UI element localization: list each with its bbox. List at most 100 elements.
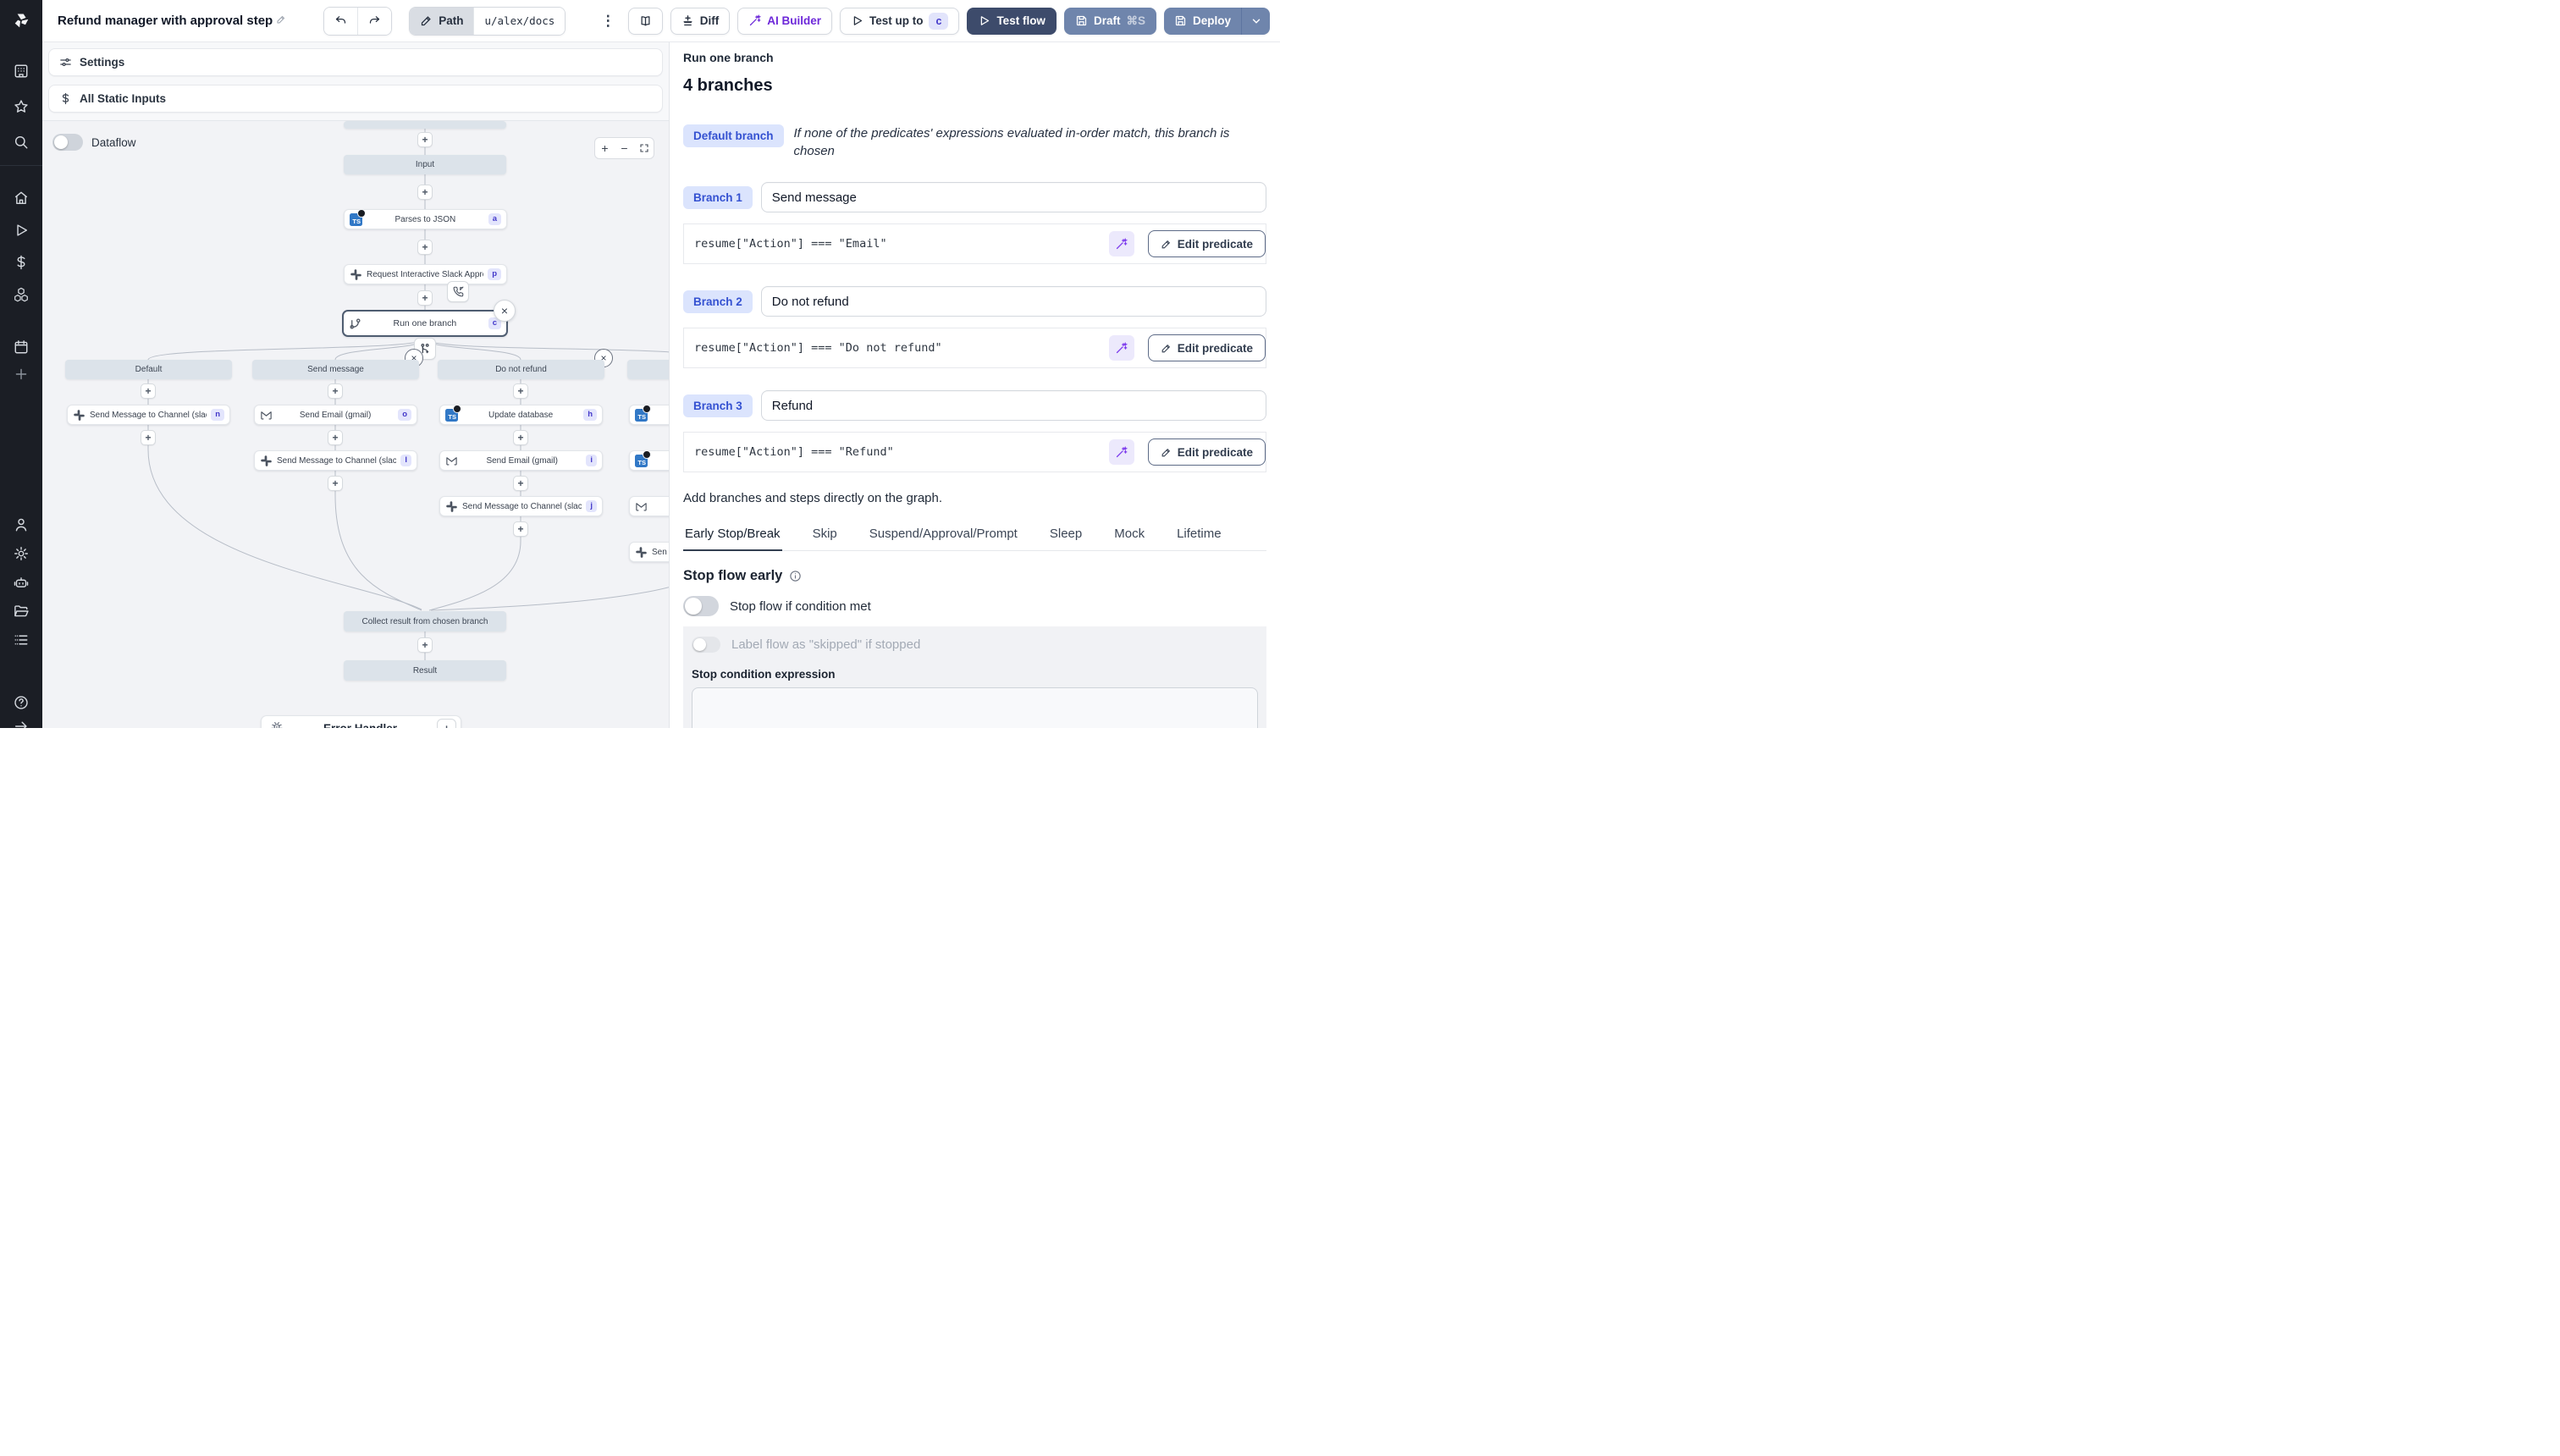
- insert-step-button[interactable]: +: [328, 476, 343, 491]
- edit-predicate-button[interactable]: Edit predicate: [1147, 230, 1266, 257]
- favorites-star-icon[interactable]: [14, 99, 30, 115]
- step-node-clipped-gmail[interactable]: [629, 496, 669, 516]
- insert-step-button[interactable]: +: [328, 383, 343, 399]
- flow-pane-header: Settings All Static Inputs: [42, 42, 669, 121]
- path-value[interactable]: u/alex/docs: [473, 7, 566, 35]
- deploy-options-chevron[interactable]: [1241, 7, 1270, 35]
- edit-predicate-button[interactable]: Edit predicate: [1147, 438, 1266, 466]
- fit-view-button[interactable]: [634, 138, 654, 158]
- tab-early-stop-break[interactable]: Early Stop/Break: [683, 519, 782, 551]
- ai-robot-icon[interactable]: [14, 575, 30, 591]
- stop-flow-condition-toggle[interactable]: [683, 596, 719, 616]
- stop-condition-expression-input[interactable]: [692, 687, 1258, 728]
- topbar: Refund manager with approval step Path u…: [42, 0, 1280, 42]
- step-node-clipped-ts[interactable]: TS: [629, 449, 669, 471]
- insert-step-button[interactable]: +: [328, 430, 343, 445]
- search-icon[interactable]: [14, 135, 30, 151]
- variables-icon[interactable]: [14, 255, 30, 271]
- insert-step-button[interactable]: +: [417, 637, 433, 653]
- runs-icon[interactable]: [14, 223, 30, 239]
- flow-settings-bar[interactable]: Settings: [48, 48, 663, 76]
- insert-step-button[interactable]: +: [417, 185, 433, 200]
- zoom-out-button[interactable]: −: [615, 138, 634, 158]
- step-node-slack-approval[interactable]: Request Interactive Slack Approval (... …: [344, 264, 507, 284]
- account-icon[interactable]: [14, 517, 30, 533]
- create-plus-icon[interactable]: [14, 367, 30, 383]
- insert-step-button[interactable]: +: [417, 132, 433, 147]
- schedules-icon[interactable]: [14, 339, 30, 356]
- resources-icon[interactable]: [14, 287, 30, 303]
- all-static-inputs-bar[interactable]: All Static Inputs: [48, 85, 663, 113]
- collapse-arrow-icon[interactable]: [14, 719, 30, 728]
- flow-title[interactable]: Refund manager with approval step: [58, 14, 273, 28]
- more-menu-button[interactable]: ⋮: [596, 8, 621, 35]
- branch-header-default[interactable]: Default: [65, 360, 232, 379]
- tab-mock[interactable]: Mock: [1112, 519, 1146, 550]
- dataflow-label: Dataflow: [91, 135, 136, 149]
- deselect-node-button[interactable]: ×: [494, 300, 516, 322]
- branch-header-do-not-refund[interactable]: Do not refund: [438, 360, 604, 379]
- test-flow-button[interactable]: Test flow: [967, 7, 1057, 35]
- tab-suspend-approval-prompt[interactable]: Suspend/Approval/Prompt: [868, 519, 1019, 550]
- ai-suggest-predicate-button[interactable]: [1108, 335, 1134, 361]
- edit-path-button[interactable]: Path: [410, 7, 474, 35]
- diff-button[interactable]: Diff: [670, 7, 731, 35]
- branch-2-summary-input[interactable]: [760, 286, 1266, 317]
- result-node[interactable]: Result: [344, 660, 506, 681]
- insert-step-button[interactable]: +: [513, 430, 528, 445]
- step-node-slack-send-message[interactable]: Send Message to Channel (slack) l: [254, 450, 417, 471]
- tab-sleep[interactable]: Sleep: [1048, 519, 1084, 550]
- zoom-in-button[interactable]: +: [595, 138, 615, 158]
- folders-icon[interactable]: [14, 604, 30, 620]
- add-error-handler-button[interactable]: +: [437, 718, 456, 728]
- step-node-slack-send-message[interactable]: Send Message to Channel (slack) j: [439, 496, 603, 516]
- step-node-gmail-send-email[interactable]: Send Email (gmail) i: [439, 450, 603, 471]
- insert-step-button[interactable]: +: [417, 290, 433, 306]
- tab-skip[interactable]: Skip: [811, 519, 839, 550]
- insert-step-button[interactable]: +: [141, 383, 156, 399]
- input-node[interactable]: Input: [344, 155, 506, 174]
- error-handler-bar[interactable]: Error Handler +: [261, 715, 461, 728]
- path-group: Path u/alex/docs: [409, 6, 566, 36]
- help-icon[interactable]: [14, 695, 30, 711]
- ai-builder-button[interactable]: AI Builder: [737, 7, 832, 35]
- settings-gear-icon[interactable]: [14, 546, 30, 562]
- step-node-clipped-ts[interactable]: TS: [629, 404, 669, 425]
- step-node-run-one-branch-selected[interactable]: Run one branch c: [342, 310, 508, 337]
- deploy-button[interactable]: Deploy: [1163, 7, 1241, 35]
- tab-lifetime[interactable]: Lifetime: [1175, 519, 1223, 550]
- workspace-icon[interactable]: [14, 63, 30, 80]
- windmill-logo-icon[interactable]: [14, 13, 30, 29]
- redo-button[interactable]: [357, 7, 392, 35]
- insert-step-button[interactable]: +: [513, 521, 528, 537]
- test-up-to-label: Test up to: [869, 14, 924, 27]
- ai-suggest-predicate-button[interactable]: [1108, 439, 1134, 465]
- branch-1-summary-input[interactable]: [760, 182, 1266, 212]
- step-node-clipped-slack[interactable]: Sen: [629, 542, 669, 562]
- step-node-slack-default[interactable]: Send Message to Channel (slack) n: [67, 405, 230, 425]
- step-node-gmail-send-email[interactable]: Send Email (gmail) o: [254, 405, 417, 425]
- step-node-update-database[interactable]: TS Update database h: [439, 404, 603, 425]
- insert-step-button[interactable]: +: [513, 383, 528, 399]
- insert-step-button[interactable]: +: [141, 430, 156, 445]
- edit-predicate-button[interactable]: Edit predicate: [1147, 334, 1266, 361]
- branch-header-send-message[interactable]: Send message: [252, 360, 419, 379]
- gmail-icon: [445, 455, 458, 467]
- undo-button[interactable]: [324, 7, 358, 35]
- collect-result-node[interactable]: Collect result from chosen branch: [344, 611, 506, 631]
- home-icon[interactable]: [14, 190, 30, 207]
- insert-step-button[interactable]: +: [513, 476, 528, 491]
- logs-list-icon[interactable]: [14, 632, 30, 648]
- test-up-to-button[interactable]: Test up to c: [839, 7, 960, 35]
- label-skipped-toggle[interactable]: [692, 637, 720, 653]
- draft-button[interactable]: Draft ⌘S: [1063, 7, 1156, 35]
- typescript-bun-icon: TS: [635, 449, 651, 467]
- branch-3-summary-input[interactable]: [760, 390, 1266, 421]
- branch-header-clipped[interactable]: [627, 360, 669, 379]
- ai-suggest-predicate-button[interactable]: [1108, 231, 1134, 256]
- dataflow-toggle[interactable]: [52, 134, 83, 151]
- edit-title-icon[interactable]: [276, 14, 286, 29]
- step-node-parses-to-json[interactable]: TS Parses to JSON a: [344, 208, 507, 229]
- insert-step-button[interactable]: +: [417, 240, 433, 255]
- docs-book-button[interactable]: [627, 7, 663, 35]
